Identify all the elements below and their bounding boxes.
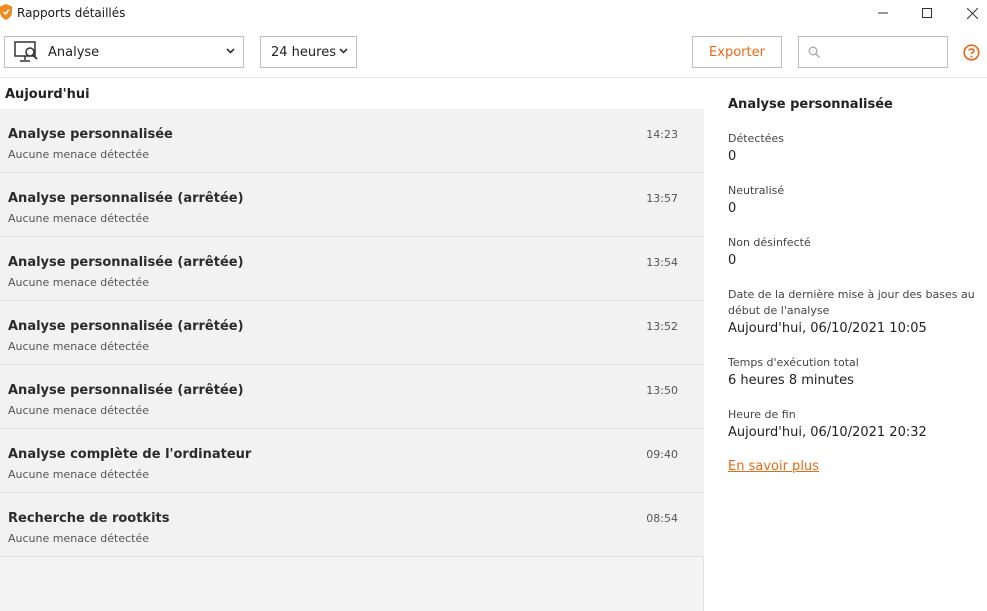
scan-time: 13:52: [646, 320, 678, 333]
scan-status: Aucune menace détectée: [8, 212, 149, 225]
section-header: Aujourd'hui: [0, 79, 704, 109]
chevron-down-icon: [226, 48, 235, 54]
export-button[interactable]: Exporter: [692, 36, 782, 68]
maximize-icon: [922, 8, 932, 18]
list-item[interactable]: Analyse complète de l'ordinateur Aucune …: [0, 429, 704, 493]
list-item[interactable]: Recherche de rootkits Aucune menace déte…: [0, 493, 704, 557]
not-disinfected-value: 0: [728, 253, 737, 268]
list-item[interactable]: Analyse personnalisée Aucune menace déte…: [0, 109, 704, 173]
details-title: Analyse personnalisée: [728, 97, 893, 112]
toolbar: Analyse 24 heures Exporter: [0, 26, 987, 78]
report-type-label: Analyse: [48, 44, 100, 60]
end-time-value: Aujourd'hui, 06/10/2021 20:32: [728, 425, 927, 440]
scan-time: 09:40: [646, 448, 678, 461]
title-bar: Rapports détaillés: [0, 0, 987, 26]
list-item[interactable]: Analyse personnalisée (arrêtée) Aucune m…: [0, 237, 704, 301]
not-disinfected-label: Non désinfecté: [728, 236, 811, 249]
db-update-date-value: Aujourd'hui, 06/10/2021 10:05: [728, 321, 927, 336]
detected-label: Détectées: [728, 132, 784, 145]
search-icon: [808, 46, 820, 58]
close-icon: [966, 7, 978, 19]
search-input[interactable]: [825, 40, 943, 64]
list-item[interactable]: Analyse personnalisée (arrêtée) Aucune m…: [0, 301, 704, 365]
chevron-down-icon: [339, 48, 348, 54]
maximize-button[interactable]: [904, 0, 950, 26]
scan-status: Aucune menace détectée: [8, 532, 149, 545]
list-item[interactable]: Analyse personnalisée (arrêtée) Aucune m…: [0, 173, 704, 237]
scan-status: Aucune menace détectée: [8, 404, 149, 417]
scan-title: Recherche de rootkits: [8, 511, 170, 526]
scan-title: Analyse personnalisée (arrêtée): [8, 191, 244, 206]
list-item[interactable]: Analyse personnalisée (arrêtée) Aucune m…: [0, 365, 704, 429]
scan-time: 08:54: [646, 512, 678, 525]
section-title: Aujourd'hui: [5, 87, 90, 102]
end-time-label: Heure de fin: [728, 408, 796, 421]
help-icon[interactable]: [963, 44, 980, 61]
window-title: Rapports détaillés: [17, 6, 126, 20]
scan-time: 13:50: [646, 384, 678, 397]
scan-title: Analyse personnalisée (arrêtée): [8, 255, 244, 270]
scan-status: Aucune menace détectée: [8, 468, 149, 481]
period-label: 24 heures: [271, 44, 336, 60]
app-shield-icon: [0, 4, 12, 20]
minimize-icon: [878, 12, 888, 14]
report-list-panel: Aujourd'hui Analyse personnalisée Aucune…: [0, 79, 704, 611]
scan-time: 13:57: [646, 192, 678, 205]
report-type-dropdown[interactable]: Analyse: [4, 36, 244, 68]
details-panel: Analyse personnalisée Détectées 0 Neutra…: [705, 79, 987, 611]
scan-time: 13:54: [646, 256, 678, 269]
total-runtime-value: 6 heures 8 minutes: [728, 373, 854, 388]
scan-status: Aucune menace détectée: [8, 148, 149, 161]
scan-title: Analyse personnalisée: [8, 127, 173, 142]
scan-status: Aucune menace détectée: [8, 340, 149, 353]
scan-time: 14:23: [646, 128, 678, 141]
scan-status: Aucune menace détectée: [8, 276, 149, 289]
detected-value: 0: [728, 149, 737, 164]
db-update-date-label: Date de la dernière mise à jour des base…: [728, 288, 975, 317]
minimize-button[interactable]: [860, 0, 906, 26]
learn-more-link[interactable]: En savoir plus: [728, 459, 819, 474]
scan-title: Analyse personnalisée (arrêtée): [8, 319, 244, 334]
period-dropdown[interactable]: 24 heures: [260, 36, 357, 68]
scan-list: Analyse personnalisée Aucune menace déte…: [0, 109, 704, 557]
total-runtime-label: Temps d'exécution total: [728, 356, 859, 369]
scan-title: Analyse complète de l'ordinateur: [8, 447, 252, 462]
neutralized-label: Neutralisé: [728, 184, 785, 197]
neutralized-value: 0: [728, 201, 737, 216]
scan-title: Analyse personnalisée (arrêtée): [8, 383, 244, 398]
close-button[interactable]: [949, 0, 987, 26]
monitor-scan-icon: [14, 41, 40, 63]
search-box[interactable]: [798, 36, 948, 68]
